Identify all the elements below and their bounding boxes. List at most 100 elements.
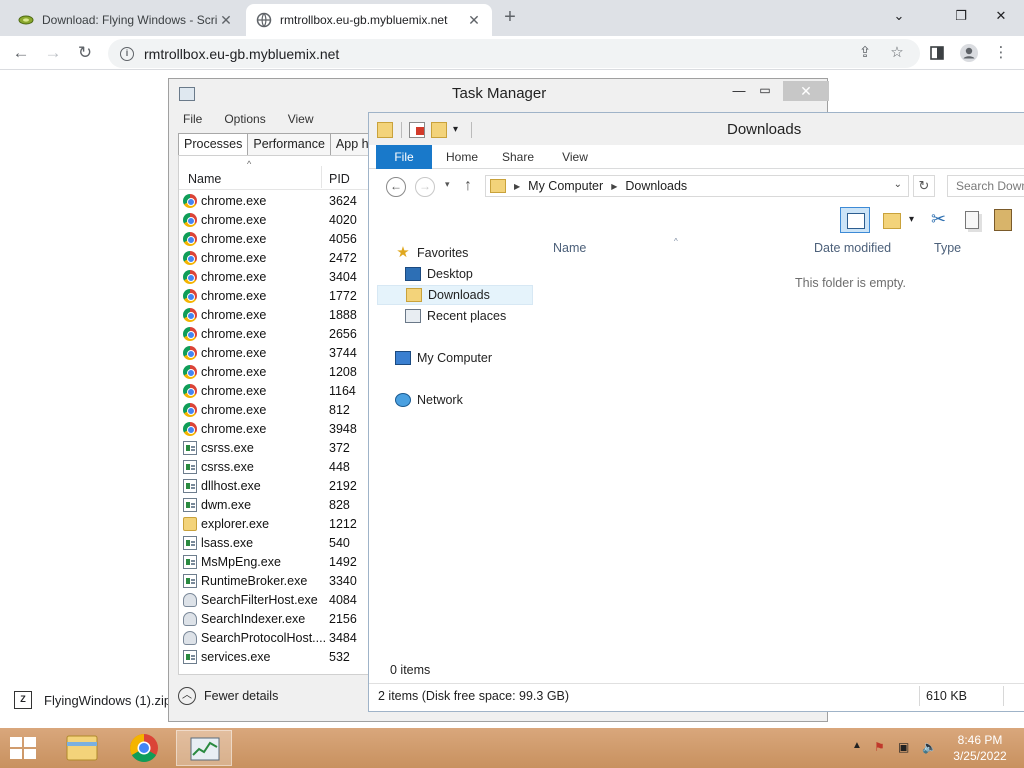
process-row[interactable]: csrss.exe 448 [179,458,379,477]
reload-icon[interactable]: ↻ [72,40,98,66]
process-row[interactable]: csrss.exe 372 [179,439,379,458]
action-center-flag-icon[interactable]: ⚑ [874,740,885,754]
tab-processes[interactable]: Processes [178,133,249,155]
refresh-icon[interactable]: ↻ [913,175,935,197]
nav-downloads[interactable]: Downloads [377,285,533,305]
site-info-icon[interactable]: i [120,46,134,61]
new-folder-icon[interactable] [431,122,447,138]
process-row[interactable]: explorer.exe 1212 [179,515,379,534]
process-row[interactable]: RuntimeBroker.exe 3340 [179,572,379,591]
process-row[interactable]: chrome.exe 1164 [179,382,379,401]
process-row[interactable]: chrome.exe 3948 [179,420,379,439]
paste-icon[interactable] [991,207,1013,233]
tm-minimize-button[interactable]: — [729,83,749,98]
show-hidden-icons-icon[interactable]: ▲ [852,740,862,751]
nav-favorites[interactable]: ★ Favorites [395,243,551,263]
nav-network[interactable]: Network [395,390,551,410]
fewer-details-button[interactable]: ︿ Fewer details [178,685,278,707]
process-row[interactable]: SearchIndexer.exe 2156 [179,610,379,629]
taskbar-chrome-icon[interactable] [116,730,172,766]
kebab-menu-icon[interactable]: ⋮ [990,42,1012,64]
start-button[interactable] [10,737,38,761]
nav-my-computer[interactable]: My Computer [395,348,551,368]
system-clock[interactable]: 8:46 PM 3/25/2022 [952,732,1008,764]
ribbon-tab-view[interactable]: View [553,145,597,169]
column-divider[interactable] [321,166,322,188]
tm-close-button[interactable]: ✕ [783,81,829,101]
properties-icon[interactable] [409,122,425,138]
ribbon-tab-share[interactable]: Share [495,145,541,169]
quick-access-dropdown-icon[interactable]: ▾ [453,122,469,138]
column-date-modified[interactable]: Date modified [814,241,891,255]
address-dropdown-icon[interactable]: ⌄ [894,179,902,190]
folder-options-icon[interactable] [881,207,901,233]
profile-avatar-icon[interactable] [958,42,980,64]
side-panel-icon[interactable] [926,42,948,64]
task-manager-titlebar[interactable]: Task Manager — ▭ ✕ [169,79,829,109]
menu-view[interactable]: View [274,109,322,129]
search-input[interactable]: Search Down [947,175,1024,197]
breadcrumb-chevron-icon[interactable]: ▶ [611,182,617,191]
tm-maximize-button[interactable]: ▭ [755,83,775,97]
breadcrumb-chevron-icon[interactable]: ▶ [514,182,520,191]
menu-file[interactable]: File [169,109,210,129]
breadcrumb-downloads[interactable]: Downloads [625,179,687,193]
process-row[interactable]: dllhost.exe 2192 [179,477,379,496]
process-row[interactable]: chrome.exe 2472 [179,249,379,268]
tab-close-icon[interactable]: ✕ [218,12,234,29]
close-window-button[interactable]: ✕ [986,4,1016,28]
taskbar-task-manager-icon[interactable] [176,730,232,766]
process-row[interactable]: chrome.exe 4020 [179,211,379,230]
copy-icon[interactable] [961,207,981,233]
new-tab-button[interactable]: + [498,6,522,30]
share-icon[interactable]: ⇪ [854,42,876,64]
process-row[interactable]: MsMpEng.exe 1492 [179,553,379,572]
toolbar-dropdown-icon[interactable]: ▾ [909,207,921,233]
taskbar-file-explorer-icon[interactable] [54,730,110,766]
ribbon-tab-file[interactable]: File [376,145,432,169]
preview-pane-icon[interactable] [840,207,870,233]
address-bar[interactable]: i rmtrollbox.eu-gb.mybluemix.net [108,39,920,68]
column-pid[interactable]: PID [329,172,350,186]
forward-icon[interactable]: → [40,40,66,66]
process-row[interactable]: chrome.exe 812 [179,401,379,420]
tab-close-icon[interactable]: ✕ [466,12,482,29]
nav-desktop[interactable]: Desktop [405,264,561,284]
process-row[interactable]: chrome.exe 2656 [179,325,379,344]
column-name[interactable]: Name [188,172,221,186]
breadcrumb-my-computer[interactable]: My Computer [528,179,603,193]
download-item[interactable]: Z FlyingWindows (1).zip [14,686,171,714]
process-row[interactable]: SearchFilterHost.exe 4084 [179,591,379,610]
bookmark-star-icon[interactable]: ☆ [886,42,908,64]
forward-icon[interactable]: → [415,177,435,197]
column-name[interactable]: Name [553,241,586,255]
volume-muted-icon[interactable]: 🔈 [922,740,937,754]
explorer-address-bar[interactable]: ▶ My Computer ▶ Downloads ⌄ [485,175,909,197]
cut-icon[interactable]: ✂ [931,207,949,233]
maximize-button[interactable]: ❐ [946,4,976,28]
recent-locations-icon[interactable]: ▾ [445,179,450,190]
network-status-icon[interactable]: ▣ [898,740,909,754]
process-row[interactable]: SearchProtocolHost.... 3484 [179,629,379,648]
process-row[interactable]: services.exe 532 [179,648,379,667]
process-row[interactable]: chrome.exe 3624 [179,192,379,211]
process-row[interactable]: chrome.exe 1888 [179,306,379,325]
column-type[interactable]: Type [934,241,961,255]
process-row[interactable]: dwm.exe 828 [179,496,379,515]
process-row[interactable]: chrome.exe 3744 [179,344,379,363]
process-row[interactable]: chrome.exe 4056 [179,230,379,249]
process-row[interactable]: chrome.exe 1208 [179,363,379,382]
nav-recent-places[interactable]: Recent places [405,306,561,326]
up-arrow-icon[interactable]: ↑ [464,177,472,195]
back-icon[interactable]: ← [386,177,406,197]
process-row[interactable]: lsass.exe 540 [179,534,379,553]
tab-rmtrollbox[interactable]: rmtrollbox.eu-gb.mybluemix.net ✕ [246,4,492,36]
ribbon-tab-home[interactable]: Home [439,145,485,169]
process-row[interactable]: chrome.exe 3404 [179,268,379,287]
back-icon[interactable]: ← [8,40,34,66]
menu-options[interactable]: Options [210,109,273,129]
minimize-button[interactable]: ⌄ [884,4,914,28]
tab-performance[interactable]: Performance [247,133,331,155]
process-row[interactable]: chrome.exe 1772 [179,287,379,306]
explorer-titlebar[interactable]: ▾ Downloads [369,113,1024,145]
